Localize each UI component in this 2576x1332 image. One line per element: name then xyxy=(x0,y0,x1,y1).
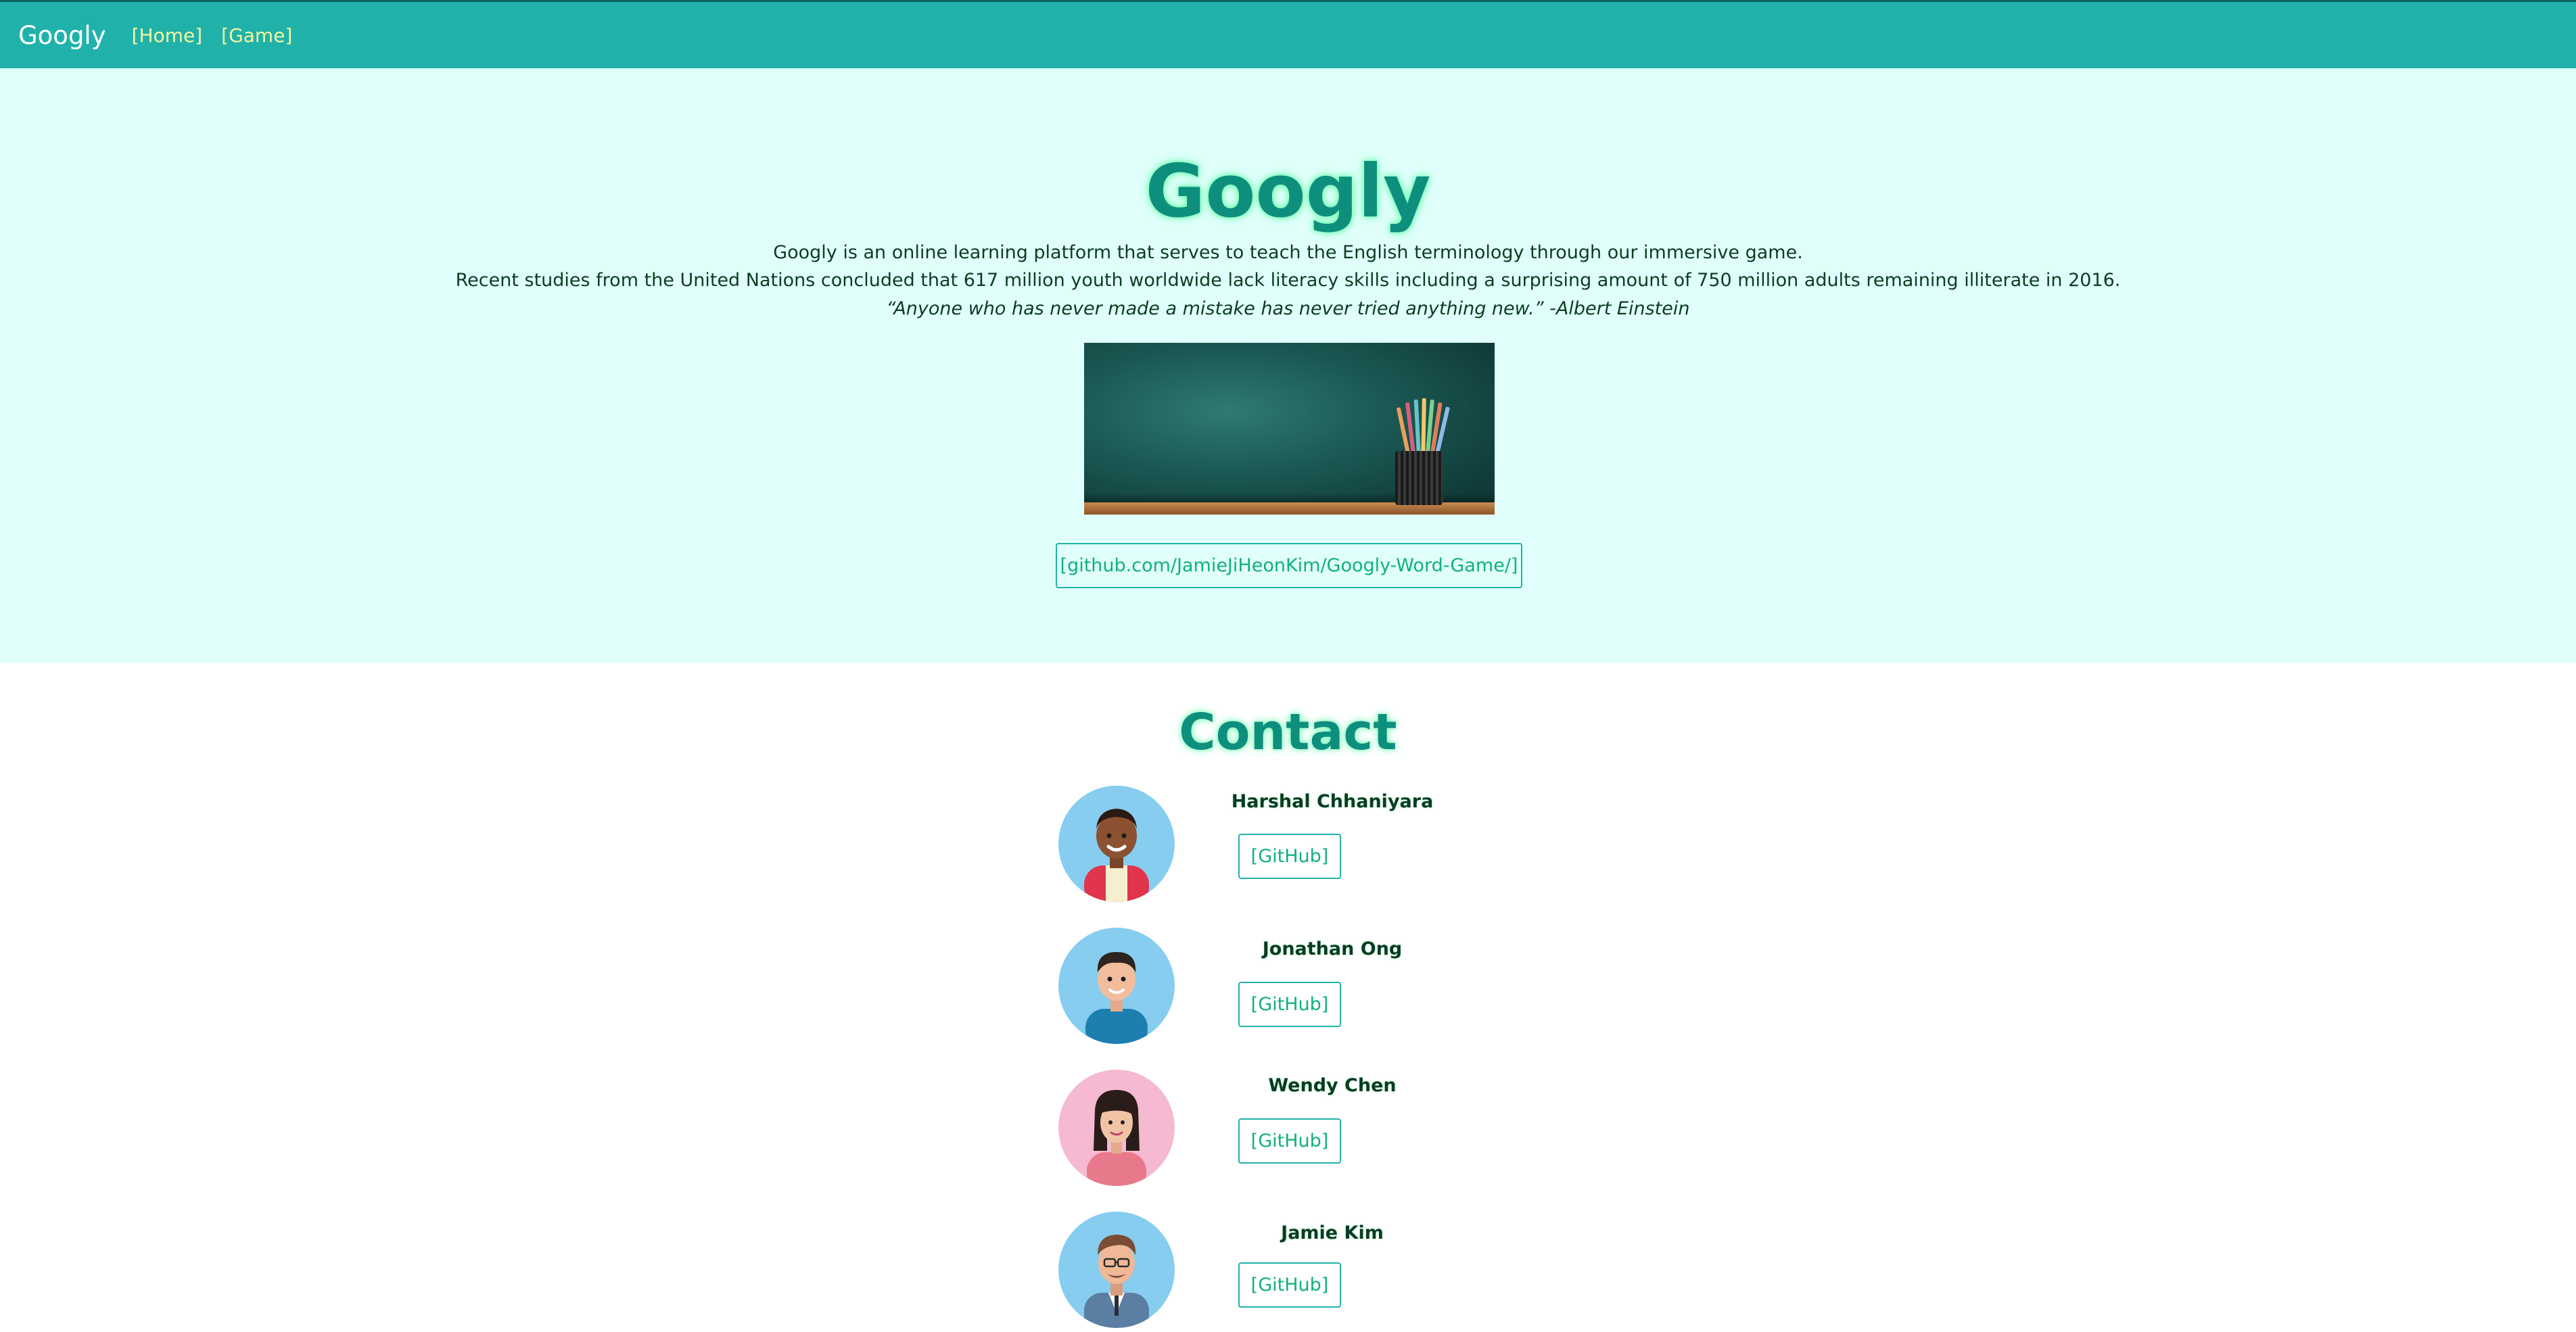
repo-link-button[interactable]: [github.com/JamieJiHeonKim/Googly-Word-G… xyxy=(1056,543,1522,588)
contact-name: Harshal Chhaniyara xyxy=(1231,791,1434,812)
github-button[interactable]: [GitHub] xyxy=(1238,1118,1341,1164)
hero-statistics: Recent studies from the United Nations c… xyxy=(455,270,2121,291)
contact-name: Wendy Chen xyxy=(1268,1075,1397,1096)
hero-section: Googly Googly is an online learning plat… xyxy=(0,68,2576,663)
contact-card-wendy: Wendy Chen [GitHub] xyxy=(1058,1070,1491,1188)
contact-name: Jonathan Ong xyxy=(1262,938,1403,959)
contact-card-harshal: Harshal Chhaniyara [GitHub] xyxy=(1058,786,1491,904)
chalkboard-pencils-image xyxy=(1084,343,1495,515)
brand-link[interactable]: Googly xyxy=(18,21,106,50)
contact-title: Contact xyxy=(1179,703,1397,761)
hero-quote: “Anyone who has never made a mistake has… xyxy=(886,298,1690,319)
contact-name: Jamie Kim xyxy=(1281,1222,1384,1243)
github-button[interactable]: [GitHub] xyxy=(1238,982,1341,1027)
avatar xyxy=(1058,786,1175,902)
hero-description: Googly is an online learning platform th… xyxy=(773,242,1803,263)
navbar: Googly [Home] [Game] xyxy=(0,0,2576,68)
avatar xyxy=(1058,1212,1175,1328)
github-button[interactable]: [GitHub] xyxy=(1238,834,1341,879)
github-button[interactable]: [GitHub] xyxy=(1238,1262,1341,1308)
contact-card-jamie: Jamie Kim [GitHub] xyxy=(1058,1212,1491,1330)
avatar xyxy=(1058,1070,1175,1186)
nav-home-link[interactable]: [Home] xyxy=(132,24,203,47)
nav-game-link[interactable]: [Game] xyxy=(221,24,292,47)
contact-card-jonathan: Jonathan Ong [GitHub] xyxy=(1058,928,1491,1046)
hero-title: Googly xyxy=(1145,149,1431,234)
avatar xyxy=(1058,928,1175,1044)
